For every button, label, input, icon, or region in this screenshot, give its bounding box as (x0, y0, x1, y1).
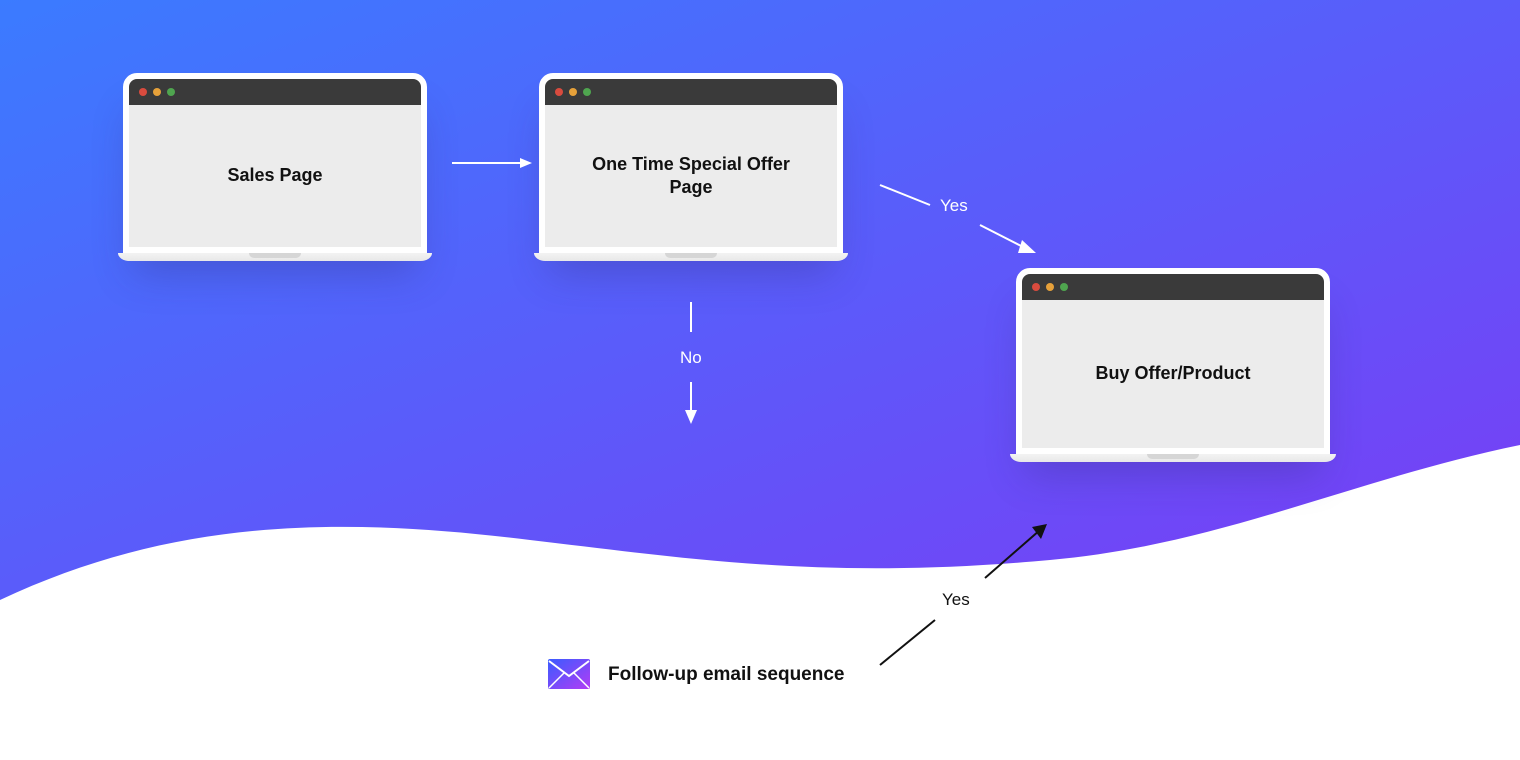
label-yes-2: Yes (942, 590, 970, 610)
label-yes-1: Yes (940, 196, 968, 216)
arrows-overlay (0, 0, 1520, 760)
email-icon (547, 658, 591, 695)
label-no: No (680, 348, 702, 368)
email-label: Follow-up email sequence (608, 664, 845, 686)
